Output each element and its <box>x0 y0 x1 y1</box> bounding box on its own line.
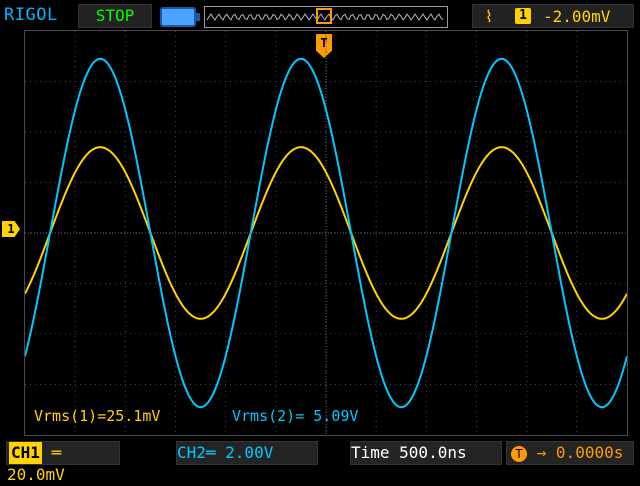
trigger-offset-panel[interactable]: T → 0.0000s <box>506 441 634 465</box>
channel-status-bar: CH1 ═ 20.0mV CH2═ 2.00V Time 500.0ns T →… <box>0 436 640 484</box>
timebase: Time 500.0ns <box>351 443 467 462</box>
memory-timeline[interactable] <box>204 6 448 28</box>
trigger-channel-badge: 1 <box>515 8 531 24</box>
battery-icon <box>160 7 200 27</box>
ch2-scale-panel[interactable]: CH2═ 2.00V <box>176 441 318 465</box>
ch1-scale-panel[interactable]: CH1 ═ 20.0mV <box>6 441 120 484</box>
ch1-coupling-icon: ═ <box>51 443 62 462</box>
ch2-scale: CH2═ 2.00V <box>177 443 274 462</box>
waveform-plot <box>25 31 627 435</box>
timeline-waveform <box>206 8 444 24</box>
run-stop-indicator[interactable]: STOP <box>78 4 152 28</box>
measurement-ch1-vrms: Vrms(1)=25.1mV <box>34 407 161 425</box>
rising-edge-icon: ⌇ <box>485 7 493 26</box>
arrow-right-icon: → <box>536 443 547 462</box>
ch1-label: CH1 <box>9 442 42 464</box>
trigger-offset: 0.0000s <box>555 443 624 462</box>
waveform-display <box>24 30 628 436</box>
trigger-offset-icon: T <box>511 445 527 462</box>
brand-logo: RIGOL <box>4 5 58 25</box>
measurement-ch2-vrms: Vrms(2)= 5.09V <box>232 407 359 425</box>
trigger-level: -2.00mV <box>543 7 611 26</box>
status-bar: RIGOL STOP ⌇ 1 -2.00mV <box>0 0 640 30</box>
timebase-panel[interactable]: Time 500.0ns <box>350 441 502 465</box>
trigger-info[interactable]: ⌇ 1 -2.00mV <box>472 4 634 28</box>
channel1-offset-marker[interactable]: 1 <box>2 221 20 237</box>
